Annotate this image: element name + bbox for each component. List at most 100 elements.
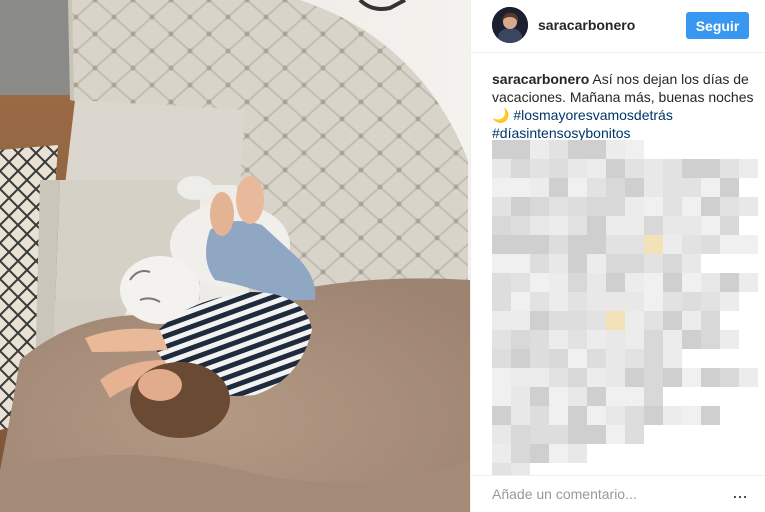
profile-avatar[interactable]	[492, 7, 528, 43]
mosaic-cell	[587, 235, 606, 254]
mosaic-cell	[606, 197, 625, 216]
mosaic-cell	[530, 311, 549, 330]
mosaic-cell	[606, 216, 625, 235]
mosaic-cell	[587, 197, 606, 216]
mosaic-cell	[511, 292, 530, 311]
mosaic-cell	[720, 216, 739, 235]
mosaic-cell	[587, 292, 606, 311]
mosaic-cell	[568, 159, 587, 178]
mosaic-cell	[644, 349, 663, 368]
mosaic-cell	[492, 254, 511, 273]
mosaic-cell	[625, 140, 644, 159]
mosaic-cell	[644, 159, 663, 178]
photo-illustration	[0, 0, 470, 512]
mosaic-cell	[530, 216, 549, 235]
mosaic-cell	[511, 330, 530, 349]
mosaic-cell	[549, 311, 568, 330]
caption-username[interactable]: saracarbonero	[492, 71, 589, 87]
mosaic-cell	[511, 368, 530, 387]
mosaic-cell	[568, 216, 587, 235]
mosaic-cell	[701, 216, 720, 235]
mosaic-cell	[625, 292, 644, 311]
mosaic-cell	[625, 197, 644, 216]
mosaic-cell	[587, 330, 606, 349]
mosaic-cell	[530, 235, 549, 254]
mosaic-cell	[492, 406, 511, 425]
mosaic-cell	[720, 330, 739, 349]
author-username[interactable]: saracarbonero	[538, 17, 635, 33]
mosaic-cell	[492, 292, 511, 311]
mosaic-cell	[720, 292, 739, 311]
mosaic-cell	[606, 254, 625, 273]
mosaic-cell	[511, 197, 530, 216]
mosaic-cell	[720, 197, 739, 216]
mosaic-cell	[625, 349, 644, 368]
mosaic-cell	[492, 273, 511, 292]
mosaic-cell	[568, 254, 587, 273]
mosaic-cell	[549, 406, 568, 425]
mosaic-cell	[682, 254, 701, 273]
mosaic-cell	[549, 254, 568, 273]
mosaic-cell	[568, 178, 587, 197]
hashtag-link[interactable]: #losmayoresvamosdetrás	[513, 107, 673, 123]
mosaic-cell	[492, 368, 511, 387]
comment-input[interactable]	[492, 485, 712, 503]
follow-button[interactable]: Seguir	[686, 12, 749, 39]
mosaic-cell	[587, 311, 606, 330]
mosaic-cell	[492, 197, 511, 216]
mosaic-cell	[492, 235, 511, 254]
mosaic-cell	[663, 349, 682, 368]
mosaic-cell	[568, 273, 587, 292]
mosaic-cell	[530, 197, 549, 216]
post-side-panel: saracarbonero Seguir saracarbonero Así n…	[471, 0, 765, 512]
avatar-image	[492, 7, 528, 43]
mosaic-cell	[549, 444, 568, 463]
mosaic-cell	[530, 349, 549, 368]
mosaic-cell	[568, 235, 587, 254]
mosaic-cell	[568, 311, 587, 330]
mosaic-cell	[492, 349, 511, 368]
ellipsis-icon[interactable]: ...	[728, 483, 752, 503]
mosaic-cell	[492, 425, 511, 444]
mosaic-cell	[606, 387, 625, 406]
mosaic-cell	[606, 273, 625, 292]
mosaic-cell	[568, 425, 587, 444]
mosaic-cell	[511, 387, 530, 406]
mosaic-cell	[720, 159, 739, 178]
mosaic-cell	[511, 311, 530, 330]
mosaic-cell	[530, 330, 549, 349]
mosaic-cell	[511, 444, 530, 463]
mosaic-cell	[720, 368, 739, 387]
mosaic-cell	[625, 406, 644, 425]
mosaic-cell	[587, 140, 606, 159]
mosaic-cell	[663, 273, 682, 292]
mosaic-cell	[625, 273, 644, 292]
post-photo[interactable]	[0, 0, 470, 512]
mosaic-cell	[606, 349, 625, 368]
mosaic-cell	[549, 368, 568, 387]
hashtag-link[interactable]: #díasintensosybonitos	[492, 125, 631, 141]
mosaic-cell	[682, 406, 701, 425]
mosaic-cell	[625, 159, 644, 178]
mosaic-cell	[644, 292, 663, 311]
mosaic-cell	[587, 406, 606, 425]
mosaic-cell	[549, 349, 568, 368]
mosaic-cell	[530, 273, 549, 292]
mosaic-cell	[492, 140, 511, 159]
mosaic-cell	[606, 330, 625, 349]
pixelated-comments	[471, 140, 765, 480]
mosaic-cell	[530, 368, 549, 387]
mosaic-cell	[511, 254, 530, 273]
mosaic-cell	[663, 406, 682, 425]
mosaic-cell	[549, 425, 568, 444]
mosaic-cell	[682, 330, 701, 349]
mosaic-cell	[568, 406, 587, 425]
mosaic-cell	[530, 425, 549, 444]
mosaic-cell	[644, 387, 663, 406]
mosaic-cell	[568, 140, 587, 159]
mosaic-cell	[663, 368, 682, 387]
mosaic-cell	[568, 444, 587, 463]
mosaic-cell	[644, 254, 663, 273]
mosaic-cell	[739, 368, 758, 387]
mosaic-cell	[549, 159, 568, 178]
